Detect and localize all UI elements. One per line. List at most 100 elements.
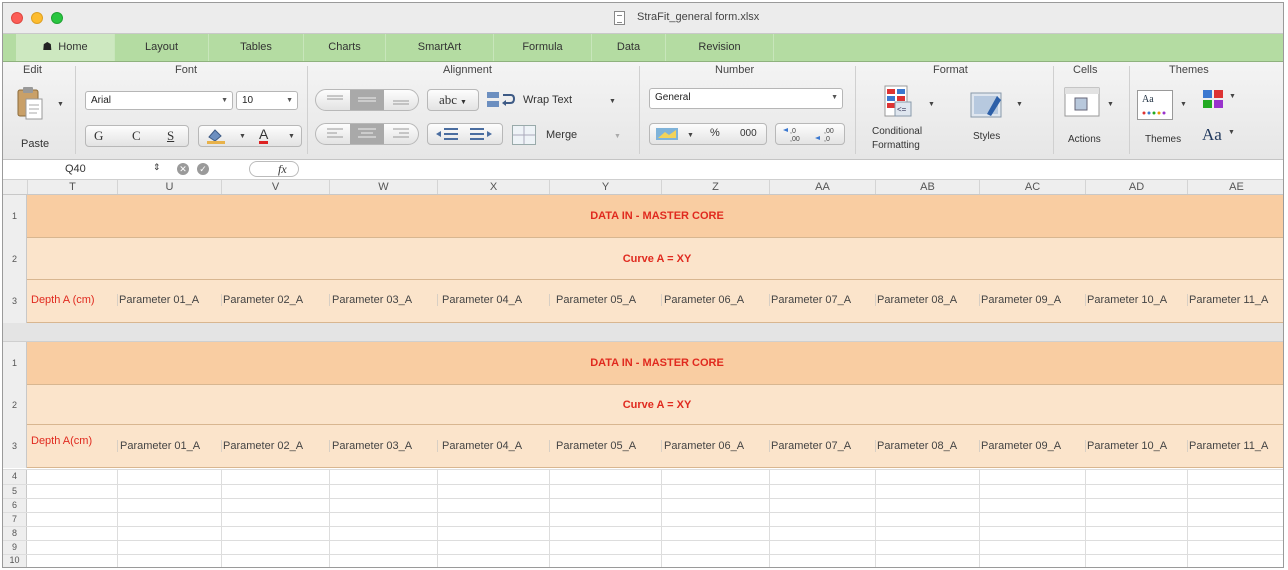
row-header[interactable]: 6: [3, 500, 26, 511]
parameter-cell[interactable]: Parameter 07_A: [769, 440, 875, 452]
chevron-down-icon[interactable]: ▼: [1228, 129, 1235, 136]
chevron-down-icon[interactable]: ▼: [1180, 101, 1187, 108]
conditional-formatting-label[interactable]: Conditional: [872, 126, 922, 137]
close-window-button[interactable]: [11, 12, 23, 24]
row-header[interactable]: 4: [3, 471, 26, 482]
merge-icon[interactable]: [512, 125, 536, 145]
cell-reference-box[interactable]: Q40: [65, 163, 86, 175]
row-header[interactable]: 10: [3, 555, 26, 566]
row-header[interactable]: 8: [3, 528, 26, 539]
parameter-cell[interactable]: Parameter 01_A: [117, 294, 221, 306]
parameter-cell[interactable]: Parameter 04_A: [437, 440, 549, 452]
chevron-down-icon[interactable]: ▼: [614, 133, 621, 140]
insert-function-button[interactable]: fx: [249, 161, 299, 177]
column-header[interactable]: Z: [661, 180, 769, 194]
parameter-cell[interactable]: Parameter 06_A: [661, 294, 769, 306]
parameter-cell[interactable]: Parameter 08_A: [875, 294, 979, 306]
wrap-text-label[interactable]: Wrap Text: [523, 94, 572, 106]
parameter-cell[interactable]: Parameter 02_A: [221, 294, 329, 306]
cells-actions-icon[interactable]: [1063, 86, 1103, 120]
tab-data[interactable]: Data: [592, 34, 666, 61]
chevron-down-icon[interactable]: ▼: [239, 133, 246, 140]
curve-title[interactable]: Curve A = XY: [27, 238, 1283, 280]
styles-icon[interactable]: [969, 90, 1009, 122]
align-center-icon[interactable]: [350, 124, 384, 144]
parameter-cell[interactable]: Parameter 09_A: [979, 440, 1085, 452]
conditional-formatting-icon[interactable]: <=: [883, 84, 917, 120]
parameter-cell[interactable]: Parameter 05_A: [549, 440, 661, 452]
column-header[interactable]: AD: [1085, 180, 1187, 194]
column-header[interactable]: AE: [1187, 180, 1283, 194]
parameter-cell[interactable]: Parameter 03_A: [329, 294, 437, 306]
text-orientation-button[interactable]: abc ▼: [427, 89, 479, 111]
column-header[interactable]: X: [437, 180, 549, 194]
underline-button[interactable]: S: [167, 128, 174, 144]
paste-dropdown-icon[interactable]: ▼: [57, 101, 64, 108]
parameter-cell[interactable]: Parameter 06_A: [661, 440, 769, 452]
font-family-select[interactable]: Arial ▼: [85, 91, 233, 110]
thousands-button[interactable]: 000: [740, 128, 757, 139]
paste-icon[interactable]: [15, 86, 45, 122]
increase-indent-icon[interactable]: [468, 126, 494, 142]
parameter-cell[interactable]: Parameter 05_A: [549, 294, 661, 306]
align-middle-icon[interactable]: [350, 90, 384, 110]
tab-formula[interactable]: Formula: [494, 34, 592, 61]
conditional-formatting-label-2[interactable]: Formatting: [872, 140, 920, 151]
chevron-down-icon[interactable]: ▼: [687, 132, 694, 139]
chevron-down-icon[interactable]: ▼: [288, 133, 295, 140]
tab-home[interactable]: ☗ Home: [16, 34, 115, 61]
theme-colors-icon[interactable]: [1201, 88, 1229, 110]
row-header[interactable]: 2: [3, 238, 27, 280]
confirm-icon[interactable]: ✓: [197, 163, 209, 175]
align-bottom-icon[interactable]: [391, 93, 411, 107]
chevron-down-icon[interactable]: ▼: [609, 98, 616, 105]
tab-charts[interactable]: Charts: [304, 34, 386, 61]
theme-fonts-button[interactable]: Aa: [1202, 125, 1222, 145]
chevron-down-icon[interactable]: ▼: [928, 101, 935, 108]
parameter-cell[interactable]: Parameter 07_A: [769, 294, 875, 306]
align-left-icon[interactable]: [325, 127, 345, 141]
column-header[interactable]: W: [329, 180, 437, 194]
align-top-icon[interactable]: [325, 93, 345, 107]
chevron-down-icon[interactable]: ▼: [1107, 101, 1114, 108]
parameter-cell[interactable]: Parameter 03_A: [329, 440, 437, 452]
parameter-cell[interactable]: Parameter 11_A: [1187, 440, 1283, 452]
themes-icon[interactable]: Aa: [1137, 90, 1173, 120]
parameter-cell[interactable]: Parameter 08_A: [875, 440, 979, 452]
column-header[interactable]: AC: [979, 180, 1085, 194]
chevron-down-icon[interactable]: ▼: [1016, 101, 1023, 108]
parameter-cell[interactable]: Parameter 04_A: [437, 294, 549, 306]
row-header[interactable]: 7: [3, 514, 26, 525]
wrap-text-icon[interactable]: [486, 89, 516, 111]
increase-decimal-icon[interactable]: ,0,00: [782, 125, 808, 143]
parameter-cell[interactable]: Parameter 10_A: [1085, 440, 1187, 452]
row-header[interactable]: 3: [3, 280, 27, 323]
column-header[interactable]: T: [27, 180, 117, 194]
column-header[interactable]: AA: [769, 180, 875, 194]
master-core-title[interactable]: DATA IN - MASTER CORE: [27, 195, 1283, 238]
cancel-icon[interactable]: ✕: [177, 163, 189, 175]
tab-tables[interactable]: Tables: [209, 34, 304, 61]
column-header[interactable]: V: [221, 180, 329, 194]
chevron-down-icon[interactable]: ▼: [1229, 93, 1236, 100]
depth-cell[interactable]: Depth A (cm): [31, 294, 117, 306]
row-header[interactable]: 3: [3, 425, 27, 468]
italic-button[interactable]: C: [132, 128, 141, 144]
row-header[interactable]: 9: [3, 542, 26, 553]
parameter-cell[interactable]: Parameter 11_A: [1187, 294, 1283, 306]
row-header[interactable]: 1: [3, 195, 27, 238]
number-format-select[interactable]: General ▼: [649, 88, 843, 109]
align-right-icon[interactable]: [391, 127, 411, 141]
tab-smartart[interactable]: SmartArt: [386, 34, 494, 61]
cell-ref-stepper-icon[interactable]: ⇕: [153, 162, 161, 173]
curve-title[interactable]: Curve A = XY: [27, 385, 1283, 425]
zoom-window-button[interactable]: [51, 12, 63, 24]
themes-label[interactable]: Themes: [1145, 134, 1181, 145]
currency-icon[interactable]: [655, 126, 679, 142]
decrease-indent-icon[interactable]: [434, 126, 460, 142]
merge-label[interactable]: Merge: [546, 129, 577, 141]
parameter-cell[interactable]: Parameter 09_A: [979, 294, 1085, 306]
master-core-title[interactable]: DATA IN - MASTER CORE: [27, 342, 1283, 385]
row-header[interactable]: 1: [3, 342, 27, 385]
column-header[interactable]: AB: [875, 180, 979, 194]
